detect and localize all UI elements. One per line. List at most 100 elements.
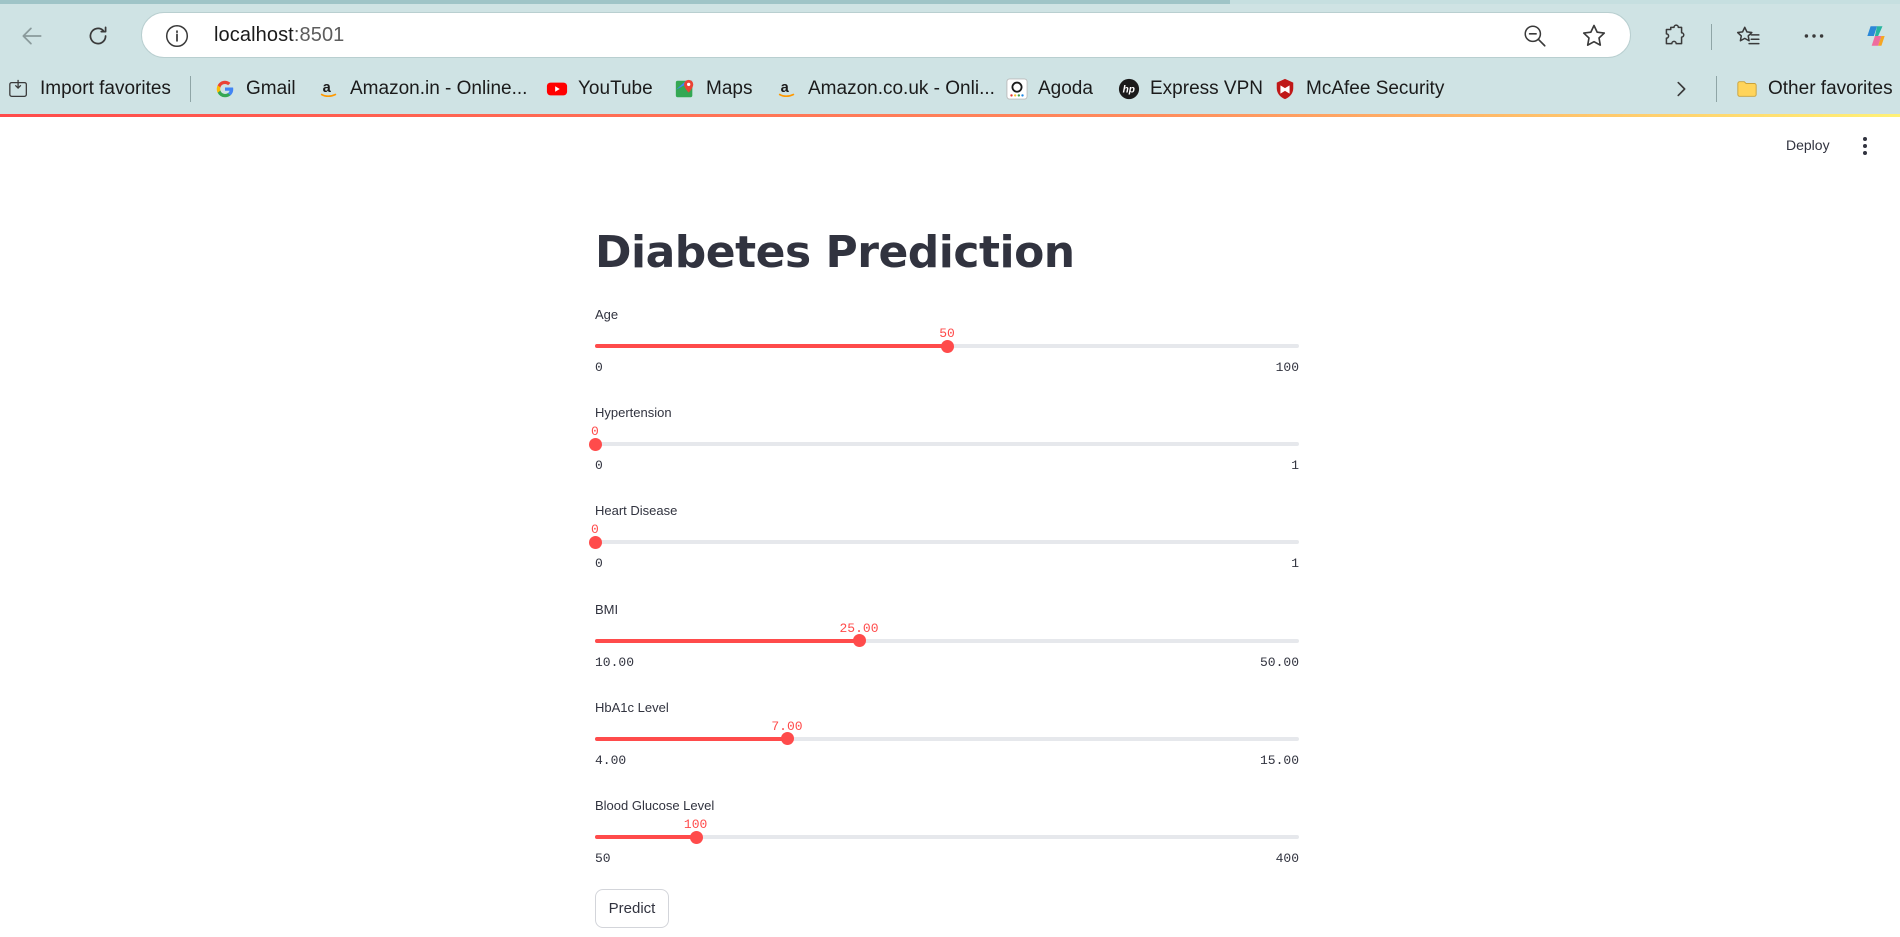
slider-thumb[interactable] [589,437,602,451]
slider-label: BMI [595,601,619,617]
address-bar[interactable]: localhost:8501 [141,12,1631,58]
kebab-dot [1863,151,1867,155]
slider-hba1c-level[interactable]: HbA1c Level 7.00 4.00 15.00 [595,700,1299,790]
deploy-button[interactable]: Deploy [1786,137,1830,153]
info-icon[interactable] [164,23,190,49]
copilot-button[interactable] [1856,16,1896,56]
slider-fill [595,344,947,348]
slider-thumb[interactable] [689,830,703,844]
slider-max: 15.00 [1259,752,1299,768]
slider-thumb[interactable] [589,535,602,549]
more-menu-button[interactable] [1794,16,1834,56]
slider-label: Heart Disease [595,503,678,519]
puzzle-icon [1665,24,1685,45]
slider-track[interactable] [595,634,1299,648]
bookmark-youtube[interactable]: YouTube [546,75,653,103]
slider-track[interactable] [589,535,1299,549]
slider-thumb[interactable] [941,339,954,353]
slider-label: Hypertension [595,405,672,421]
slider-track[interactable] [595,830,1299,844]
slider-max: 1 [1291,556,1299,572]
slider-track[interactable] [595,339,1299,353]
slider-fill [595,835,696,839]
slider-track[interactable] [589,437,1299,451]
slider-heart-disease[interactable]: Heart Disease 0 0 1 [589,503,1299,593]
url-host: localhost [214,24,294,46]
bookmark-label: Import favorites [40,78,171,99]
slider-value: 0 [591,424,599,440]
slider-fill [595,736,787,741]
youtube-icon [546,78,568,100]
slider-thumb[interactable] [853,634,866,648]
bookmark-label: Gmail [246,78,296,99]
bookmarks-bar: Import favorites Gmail a Amazon.in - Onl… [0,64,1900,114]
favorites-list-icon [1736,26,1760,45]
maps-icon [674,78,696,100]
slider-min: 50 [595,851,611,866]
slider-max: 50.00 [1259,654,1299,670]
favorites-button[interactable] [1728,16,1768,56]
slider-bmi[interactable]: BMI 25.00 10.00 50.00 [595,602,1299,692]
reload-button[interactable] [78,16,118,56]
bookmark-maps[interactable]: Maps [674,75,752,103]
slider-value: 100 [683,817,708,832]
bookmark-label: Other favorites [1768,78,1893,99]
mcafee-icon [1274,78,1296,100]
slider-track[interactable] [595,732,1299,746]
predict-button[interactable]: Predict [595,889,669,928]
streamlit-app: Deploy Diabetes Prediction Age 50 0 100 Hype… [0,117,1900,937]
bookmark-label: McAfee Security [1306,78,1445,99]
slider-min: 0 [595,556,603,572]
bookmark-express-vpn[interactable]: hp Express VPN [1118,75,1263,103]
bookmark-label: Agoda [1038,78,1093,99]
svg-text:a: a [323,80,332,96]
bookmarks-divider [1716,76,1717,102]
slider-max: 100 [1275,360,1299,375]
slider-age[interactable]: Age 50 0 100 [595,307,1299,397]
slider-min: 0 [595,458,603,474]
slider-thumb[interactable] [780,732,794,746]
copilot-icon [1867,26,1885,46]
slider-min: 10.00 [595,654,635,670]
ellipsis-icon [1804,34,1824,38]
zoom-out-icon[interactable] [1522,23,1548,49]
slider-blood-glucose-level[interactable]: Blood Glucose Level 100 50 400 [595,798,1299,888]
favorite-star-icon[interactable] [1580,22,1608,50]
browser-toolbar: localhost:8501 [0,4,1900,64]
slider-max: 1 [1291,458,1299,474]
bookmark-other-favorites[interactable]: Other favorites [1736,75,1893,103]
bookmark-label: Express VPN [1150,78,1263,99]
bookmark-gmail[interactable]: Gmail [214,75,296,103]
back-button[interactable] [12,16,52,56]
reload-icon [89,26,107,45]
url-text[interactable]: localhost:8501 [214,24,344,47]
bookmark-label: Maps [706,78,753,99]
chevron-right-icon [1670,78,1692,100]
bookmark-mcafee[interactable]: McAfee Security [1274,75,1444,103]
kebab-dot [1863,144,1867,148]
url-port: :8501 [293,24,345,46]
google-icon [214,78,236,100]
page-title: Diabetes Prediction [595,227,1075,278]
svg-text:a: a [781,80,790,96]
slider-fill [595,638,859,643]
folder-icon [1736,78,1758,100]
bookmark-agoda[interactable]: Agoda [1006,75,1093,103]
toolbar-divider [1711,24,1712,50]
bookmarks-overflow-button[interactable] [1670,75,1702,103]
svg-text:hp: hp [1123,85,1135,96]
slider-label: Blood Glucose Level [595,798,715,813]
agoda-icon [1006,78,1028,100]
bookmark-amazon-uk[interactable]: a Amazon.co.uk - Onli... [776,75,995,103]
bookmark-amazon-in[interactable]: a Amazon.in - Online... [318,75,527,103]
hp-icon: hp [1118,78,1140,100]
extensions-button[interactable] [1654,16,1694,56]
import-icon [8,78,30,100]
bookmarks-divider [190,76,191,102]
bookmark-import-favorites[interactable]: Import favorites [8,75,171,103]
amazon-icon: a [776,78,798,100]
slider-hypertension[interactable]: Hypertension 0 0 1 [589,405,1299,495]
bookmark-label: Amazon.co.uk - Onli... [808,78,995,99]
slider-min: 4.00 [595,752,627,768]
main-menu-button[interactable] [1858,133,1872,159]
